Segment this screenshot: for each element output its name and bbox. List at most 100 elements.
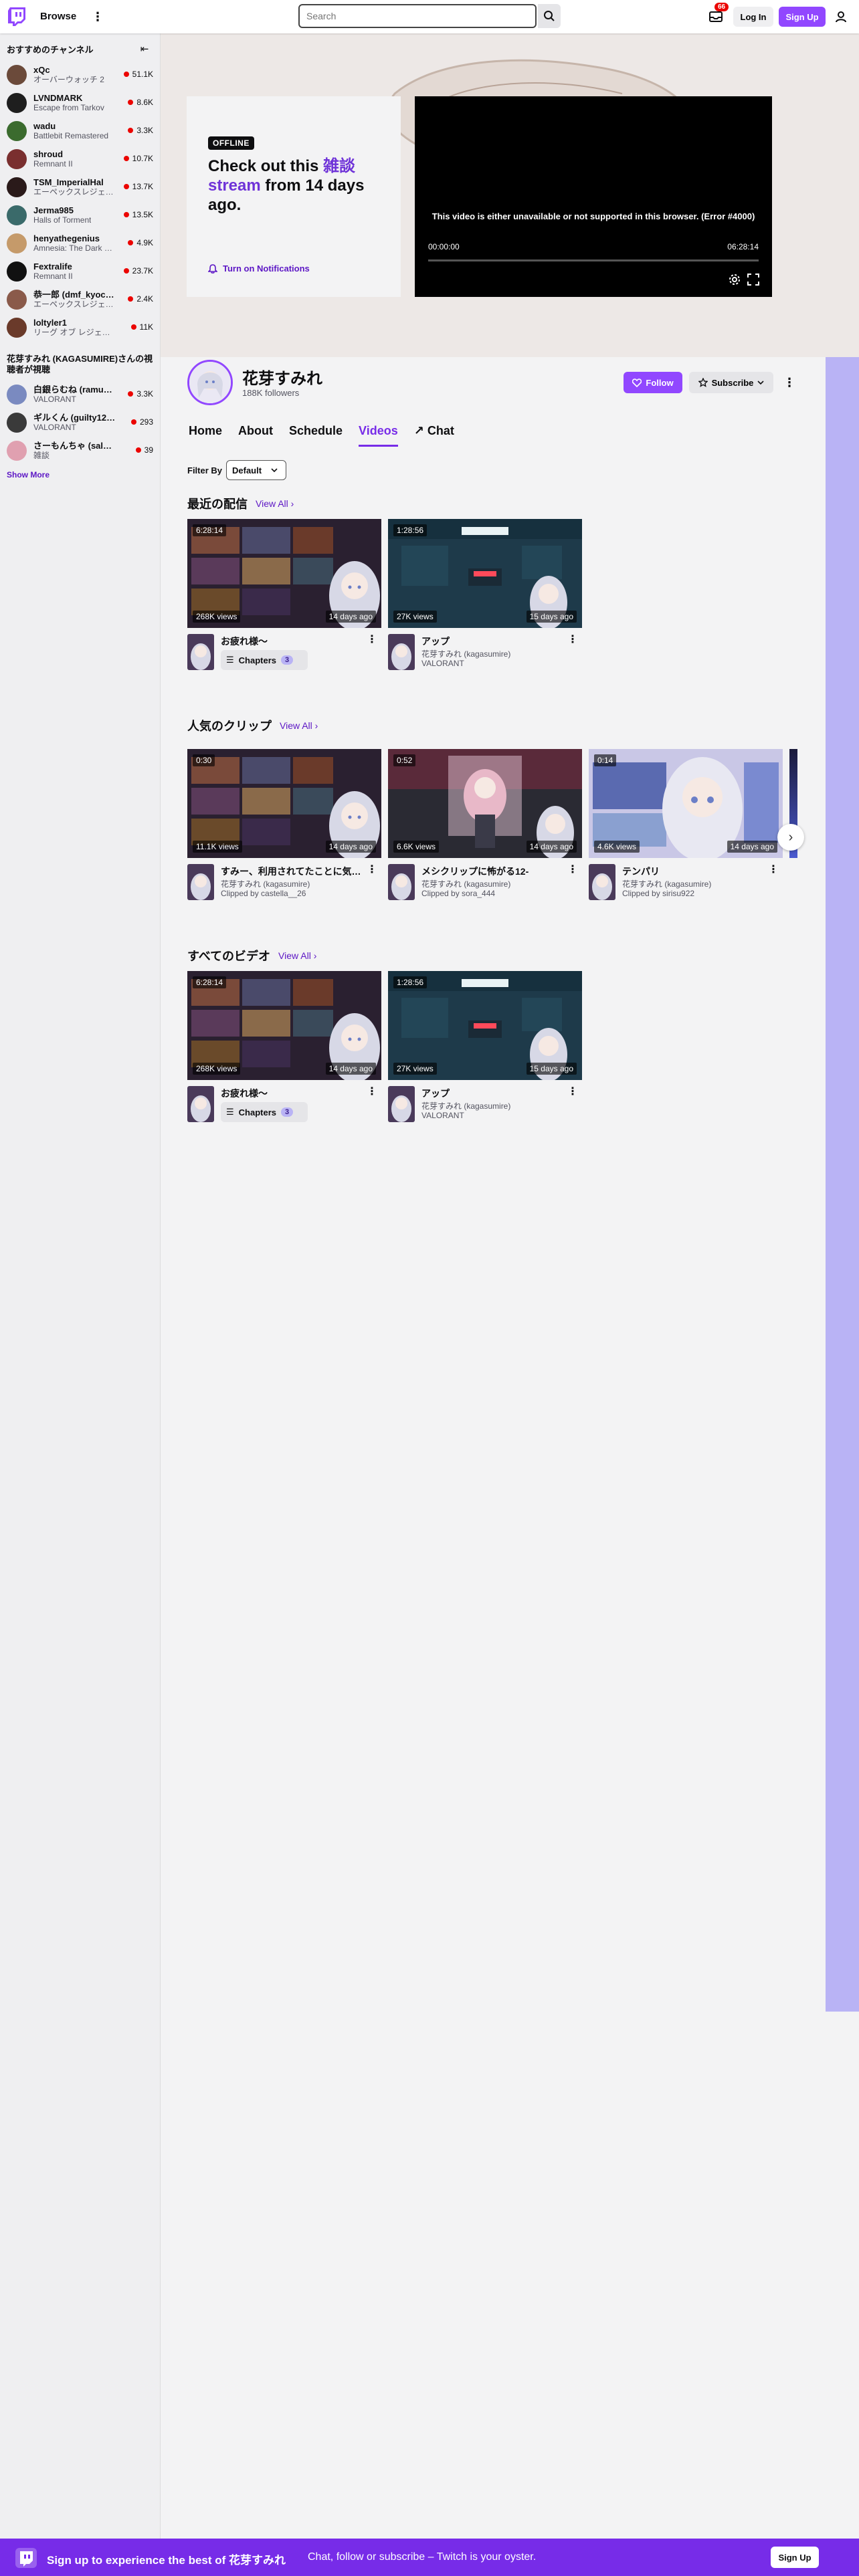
video-title[interactable]: アップ	[421, 1087, 562, 1100]
tab-chat[interactable]: ↗ Chat	[414, 424, 454, 447]
more-options-icon[interactable]: ⋮	[567, 1085, 578, 1098]
tab-about[interactable]: About	[238, 424, 273, 447]
tab-videos[interactable]: Videos	[359, 424, 398, 447]
offline-stream-link[interactable]: stream	[208, 177, 261, 195]
video-thumbnail[interactable]: 0:30 11.1K views 14 days ago	[187, 749, 381, 858]
channel-avatar-thumb[interactable]	[388, 1086, 415, 1122]
more-options-icon[interactable]: ⋮	[367, 633, 377, 646]
tab-schedule[interactable]: Schedule	[289, 424, 343, 447]
player-seekbar[interactable]	[428, 259, 759, 261]
filter-dropdown[interactable]: Default	[226, 460, 286, 480]
sidebar-channel-rec-2[interactable]: wadu Battlebit Remastered 3.3K	[0, 117, 160, 145]
video-thumbnail[interactable]: 1:28:56 27K views 15 days ago	[388, 519, 582, 628]
video-channel-name[interactable]: 花芽すみれ (kagasumire)	[421, 878, 510, 889]
video-card[interactable]: 6:28:14 268K views 14 days ago お疲れ様〜 ⋮ ☰ Chapt…	[187, 519, 381, 674]
chapters-button[interactable]: ☰ Chapters 3	[221, 650, 308, 670]
chapters-button[interactable]: ☰ Chapters 3	[221, 1102, 308, 1122]
tab-home[interactable]: Home	[189, 424, 222, 447]
search-button[interactable]	[538, 4, 561, 28]
clips-view-all-link[interactable]: View All ›	[280, 720, 318, 731]
sidebar-channel-also-2[interactable]: さーもんちゃ (sal… 雑談 39	[0, 437, 160, 465]
channel-avatar-thumb[interactable]	[589, 864, 615, 900]
channel-more-icon[interactable]: ⋮	[780, 372, 799, 393]
sidebar-channel-game: エーペックスレジェ…	[33, 300, 114, 309]
sidebar-channel-rec-4[interactable]: TSM_ImperialHal エーペックスレジェ… 13.7K	[0, 173, 160, 201]
search-input[interactable]	[298, 4, 537, 28]
all-view-all-link[interactable]: View All ›	[278, 950, 316, 961]
subscribe-button[interactable]: Subscribe	[689, 372, 773, 393]
clip-card[interactable]: 0:14 4.6K views 14 days ago テンパリ ⋮ 花芽すみれ (kag…	[589, 749, 783, 904]
signup-button[interactable]: Sign Up	[779, 7, 826, 27]
video-title[interactable]: テンパリ	[622, 865, 763, 878]
video-channel-name[interactable]: 花芽すみれ (kagasumire)	[421, 648, 510, 659]
viewers-also-watch-heading: 花芽すみれ (KAGASUMIRE)さんの視聴者が視聴	[7, 354, 153, 374]
sidebar-channel-rec-1[interactable]: LVNDMARK Escape from Tarkov 8.6K	[0, 89, 160, 117]
notifications-button[interactable]: Turn on Notifications	[208, 263, 310, 274]
fullscreen-icon[interactable]	[747, 273, 760, 286]
carousel-next-icon[interactable]: ›	[777, 824, 804, 851]
video-thumbnail[interactable]: 6:28:14 268K views 14 days ago	[187, 971, 381, 1080]
video-title[interactable]: メシクリップに怖がる12-	[421, 865, 562, 878]
video-title[interactable]: アップ	[421, 635, 562, 648]
clipped-by[interactable]: Clipped by sora_444	[421, 889, 495, 898]
channel-avatar-thumb[interactable]	[388, 864, 415, 900]
sidebar-channel-also-0[interactable]: 白銀らむね (ramu… VALORANT 3.3K	[0, 381, 160, 409]
user-icon[interactable]	[832, 8, 850, 25]
sidebar-channel-also-1[interactable]: ギルくん (guilty12… VALORANT 293	[0, 409, 160, 437]
collapse-sidebar-icon[interactable]: ⇤	[136, 41, 153, 56]
clip-card[interactable]: 0:30 11.1K views 14 days ago すみー、利用されてたことに気…	[187, 749, 381, 904]
channel-avatar-icon	[7, 149, 27, 169]
clipped-by[interactable]: Clipped by sirisu922	[622, 889, 694, 898]
sidebar-channel-rec-8[interactable]: 恭一郎 (dmf_kyoc… エーペックスレジェ… 2.4K	[0, 286, 160, 314]
twitch-logo-icon[interactable]	[8, 7, 25, 26]
browse-link[interactable]: Browse	[40, 11, 76, 22]
video-title[interactable]: お疲れ様〜	[221, 635, 361, 648]
signup-banner-button[interactable]: Sign Up	[771, 2547, 819, 2568]
video-channel-name[interactable]: 花芽すみれ (kagasumire)	[622, 878, 711, 889]
more-options-icon[interactable]: ⋮	[367, 1085, 377, 1098]
channel-avatar[interactable]	[187, 360, 233, 405]
recent-view-all-link[interactable]: View All ›	[256, 498, 294, 509]
video-title[interactable]: お疲れ様〜	[221, 1087, 361, 1100]
video-card[interactable]: 1:28:56 27K views 15 days ago アップ ⋮ 花芽すみれ (ka…	[388, 519, 582, 674]
gear-icon[interactable]	[728, 273, 741, 286]
sidebar-channel-rec-5[interactable]: Jerma985 Halls of Torment 13.5K	[0, 201, 160, 229]
video-thumbnail[interactable]: 0:52 6.6K views 14 days ago	[388, 749, 582, 858]
more-options-icon[interactable]: ⋮	[367, 863, 377, 876]
channel-avatar-thumb[interactable]	[388, 634, 415, 670]
show-more-link[interactable]: Show More	[0, 465, 160, 485]
video-game[interactable]: VALORANT	[421, 659, 464, 668]
video-player[interactable]: This video is either unavailable or not …	[415, 96, 772, 297]
video-thumbnail[interactable]: 6:28:14 268K views 14 days ago	[187, 519, 381, 628]
offline-message[interactable]: Check out this 雑談 stream from 14 days ago…	[208, 156, 389, 215]
video-channel-name[interactable]: 花芽すみれ (kagasumire)	[421, 1100, 510, 1111]
sidebar-channel-rec-6[interactable]: henyathegenius Amnesia: The Dark … 4.9K	[0, 229, 160, 257]
video-channel-name[interactable]: 花芽すみれ (kagasumire)	[221, 878, 310, 889]
duration-badge: 0:14	[594, 754, 617, 766]
video-card[interactable]: 6:28:14 268K views 14 days ago お疲れ様〜 ⋮ ☰ Chapt…	[187, 971, 381, 1126]
video-game[interactable]: VALORANT	[421, 1111, 464, 1120]
more-options-icon[interactable]: ⋮	[768, 863, 779, 876]
video-thumbnail[interactable]: 1:28:56 27K views 15 days ago	[388, 971, 582, 1080]
sidebar-channel-rec-3[interactable]: shroud Remnant II 10.7K	[0, 145, 160, 173]
login-button[interactable]: Log In	[733, 7, 773, 27]
more-options-icon[interactable]: ⋮	[567, 863, 578, 876]
sidebar-channel-rec-7[interactable]: Fextralife Remnant II 23.7K	[0, 257, 160, 286]
channel-avatar-thumb[interactable]	[187, 634, 214, 670]
video-title[interactable]: すみー、利用されてたことに気…	[221, 865, 361, 878]
sidebar-channel-rec-9[interactable]: loltyler1 リーグ オブ レジェ… 11K	[0, 314, 160, 342]
more-options-icon[interactable]: ⋮	[567, 633, 578, 646]
video-card[interactable]: 1:28:56 27K views 15 days ago アップ ⋮ 花芽すみれ (ka…	[388, 971, 582, 1126]
channel-avatar-thumb[interactable]	[187, 1086, 214, 1122]
clip-card[interactable]: 0:52 6.6K views 14 days ago メシクリップに怖がる12- ⋮ 花…	[388, 749, 582, 904]
follow-button[interactable]: Follow	[624, 372, 682, 393]
offline-category-link[interactable]: 雑談	[323, 157, 355, 175]
all-view-all-label: View All	[278, 950, 311, 961]
sidebar-channel-rec-0[interactable]: xQc オーバーウォッチ 2 51.1K	[0, 61, 160, 89]
more-options-icon[interactable]: ⋮	[91, 8, 104, 25]
view-count-badge: 27K views	[393, 1063, 437, 1075]
video-thumbnail[interactable]: 0:14 4.6K views 14 days ago	[589, 749, 783, 858]
clipped-by[interactable]: Clipped by castella__26	[221, 889, 306, 898]
channel-avatar-thumb[interactable]	[187, 864, 214, 900]
age-badge: 15 days ago	[526, 611, 577, 623]
